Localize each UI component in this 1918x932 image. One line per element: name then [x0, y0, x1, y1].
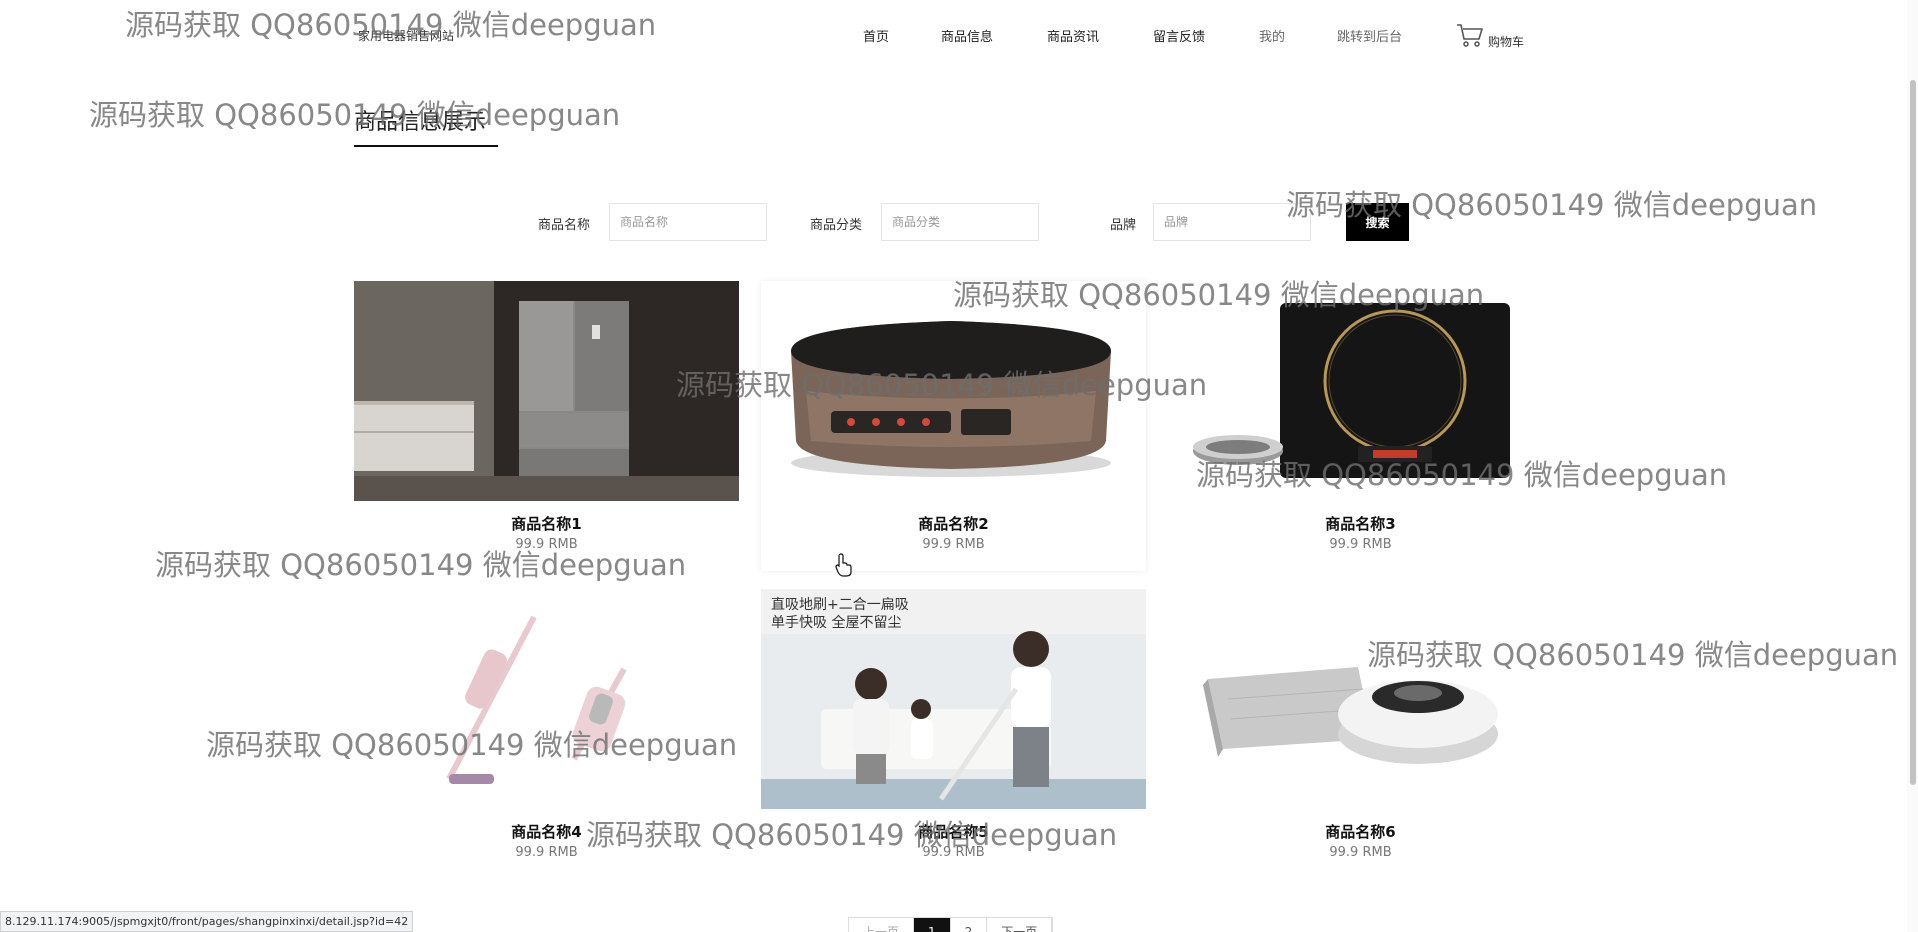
product-name[interactable]: 商品名称1 — [354, 513, 739, 534]
svg-text:直吸地刷+二合一扁吸: 直吸地刷+二合一扁吸 — [771, 596, 909, 613]
product-price: 99.9 RMB — [515, 845, 578, 860]
product-name[interactable]: 商品名称5 — [761, 821, 1146, 842]
product-price: 99.9 RMB — [922, 845, 985, 860]
product-name-input[interactable] — [609, 203, 767, 241]
product-name[interactable]: 商品名称4 — [354, 821, 739, 842]
main-nav: 首页 商品信息 商品资讯 留言反馈 我的 跳转到后台 — [0, 24, 1918, 48]
brand-input[interactable] — [1153, 203, 1311, 241]
product-price: 99.9 RMB — [1329, 537, 1392, 552]
product-image[interactable] — [1168, 589, 1553, 809]
prev-page-button[interactable]: 上一页 — [849, 918, 915, 932]
search-label-category: 商品分类 — [810, 218, 863, 233]
product-card[interactable]: 商品名称4 99.9 RMB — [354, 589, 739, 879]
product-name[interactable]: 商品名称2 — [761, 513, 1146, 534]
scrollbar-thumb[interactable] — [1910, 80, 1916, 785]
nav-admin[interactable]: 跳转到后台 — [1337, 26, 1402, 45]
page-button-1[interactable]: 1 — [914, 918, 951, 932]
product-image[interactable] — [354, 589, 739, 809]
page-title: 商品信息展示 — [354, 110, 487, 135]
product-price: 99.9 RMB — [515, 537, 578, 552]
nav-products[interactable]: 商品信息 — [941, 26, 993, 45]
browser-status-url: 8.129.11.174:9005/jspmgxjt0/front/pages/… — [0, 911, 414, 932]
search-label-brand: 品牌 — [1110, 218, 1137, 233]
product-price: 99.9 RMB — [922, 537, 985, 552]
cart-label: 购物车 — [1488, 35, 1525, 49]
product-card[interactable]: 商品名称1 99.9 RMB — [354, 281, 739, 571]
search-button[interactable]: 搜索 — [1346, 203, 1409, 241]
cart-link[interactable]: 购物车 — [1456, 22, 1524, 52]
nav-feedback[interactable]: 留言反馈 — [1153, 26, 1205, 45]
product-image[interactable] — [354, 281, 739, 501]
product-image[interactable] — [1168, 281, 1553, 501]
product-name[interactable]: 商品名称6 — [1168, 821, 1553, 842]
cart-icon — [1456, 22, 1484, 52]
search-label-name: 商品名称 — [538, 218, 591, 233]
nav-mine[interactable]: 我的 — [1259, 26, 1285, 45]
product-category-input[interactable] — [881, 203, 1039, 241]
product-card[interactable]: 商品名称2 99.9 RMB — [761, 281, 1146, 571]
product-image[interactable] — [761, 281, 1146, 501]
nav-news[interactable]: 商品资讯 — [1047, 26, 1099, 45]
pagination: 上一页 1 2 下一页 — [848, 917, 1054, 932]
svg-text:单手快吸 全屋不留尘: 单手快吸 全屋不留尘 — [771, 614, 901, 631]
page-button-2[interactable]: 2 — [951, 918, 988, 932]
product-price: 99.9 RMB — [1329, 845, 1392, 860]
product-card[interactable]: 直吸地刷+二合一扁吸 单手快吸 全屋不留尘 商品名称5 99.9 RMB — [761, 589, 1146, 879]
product-name[interactable]: 商品名称3 — [1168, 513, 1553, 534]
hand-pointer-icon — [835, 553, 853, 581]
nav-home[interactable]: 首页 — [863, 26, 889, 45]
title-underline — [354, 145, 498, 147]
product-card[interactable]: 商品名称3 99.9 RMB — [1168, 281, 1553, 571]
product-image[interactable]: 直吸地刷+二合一扁吸 单手快吸 全屋不留尘 — [761, 589, 1146, 809]
product-card[interactable]: 商品名称6 99.9 RMB — [1168, 589, 1553, 879]
next-page-button[interactable]: 下一页 — [987, 918, 1053, 932]
